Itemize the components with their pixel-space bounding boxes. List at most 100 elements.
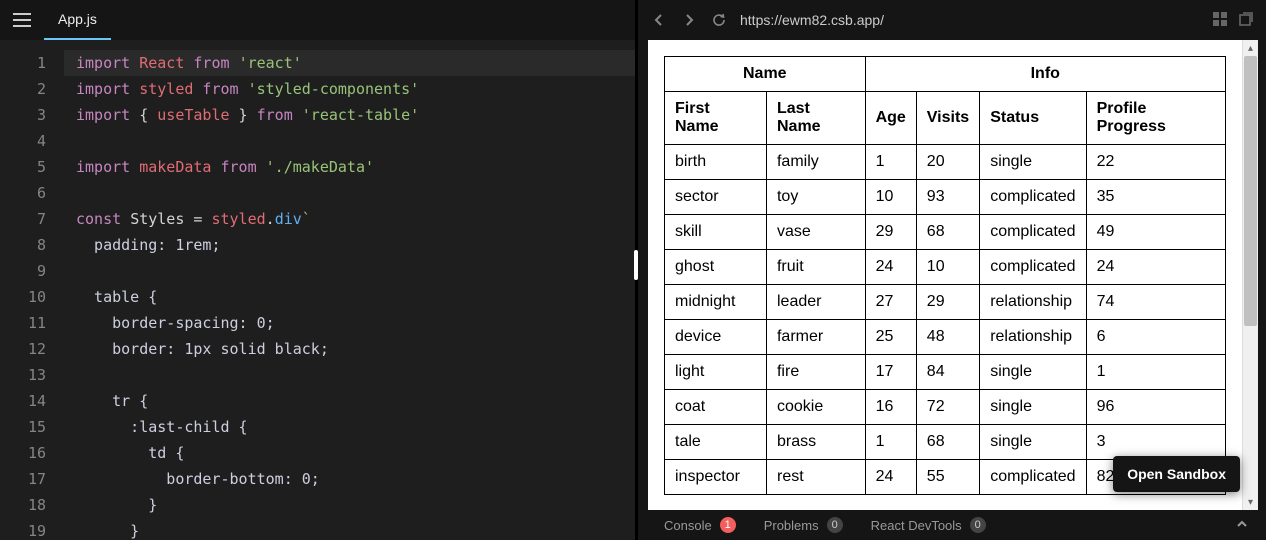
table-cell: 49 — [1086, 215, 1225, 250]
line-number: 5 — [0, 154, 64, 180]
table-cell: 93 — [916, 180, 979, 215]
line-number: 16 — [0, 440, 64, 466]
editor-body[interactable]: 12345678910111213141516171819 import Rea… — [0, 40, 635, 540]
table-row: birthfamily120single22 — [665, 145, 1226, 180]
table-cell: device — [665, 320, 767, 355]
header-group-row: NameInfo — [665, 57, 1226, 92]
code-line[interactable]: td { — [76, 440, 635, 466]
code-line[interactable]: import styled from 'styled-components' — [76, 76, 635, 102]
column-header: Visits — [916, 92, 979, 145]
code-line[interactable]: border: 1px solid black; — [76, 336, 635, 362]
code-line[interactable]: border-spacing: 0; — [76, 310, 635, 336]
data-table: NameInfo First NameLast NameAgeVisitsSta… — [664, 56, 1226, 495]
line-number: 2 — [0, 76, 64, 102]
devtools-tab-label: Console — [664, 518, 712, 533]
devtools-tab[interactable]: React DevTools 0 — [871, 517, 986, 533]
code-line[interactable]: const Styles = styled.div` — [76, 206, 635, 232]
table-cell: 3 — [1086, 425, 1225, 460]
table-cell: 55 — [916, 460, 979, 495]
file-tab[interactable]: App.js — [44, 0, 111, 40]
back-icon[interactable] — [650, 14, 668, 26]
code-line[interactable]: import { useTable } from 'react-table' — [76, 102, 635, 128]
table-cell: 22 — [1086, 145, 1225, 180]
url-display[interactable]: https://ewm82.csb.app/ — [740, 12, 1200, 28]
line-number: 9 — [0, 258, 64, 284]
header-row: First NameLast NameAgeVisitsStatusProfil… — [665, 92, 1226, 145]
file-tab-label: App.js — [58, 11, 97, 27]
devtools-tab-label: React DevTools — [871, 518, 962, 533]
table-cell: single — [980, 390, 1086, 425]
code-line[interactable] — [76, 258, 635, 284]
table-cell: 24 — [1086, 250, 1225, 285]
scroll-up-icon[interactable]: ▴ — [1243, 40, 1258, 56]
table-cell: complicated — [980, 180, 1086, 215]
scrollbar-vertical[interactable]: ▴ ▾ — [1242, 40, 1258, 510]
table-cell: single — [980, 145, 1086, 180]
table-cell: 1 — [865, 145, 916, 180]
devtools-tab-label: Problems — [764, 518, 819, 533]
badge: 0 — [970, 517, 986, 533]
devtools-tab[interactable]: Problems 0 — [764, 517, 843, 533]
codesandbox-icon[interactable] — [1212, 11, 1228, 30]
line-number: 18 — [0, 492, 64, 518]
table-cell: complicated — [980, 215, 1086, 250]
table-cell: vase — [766, 215, 865, 250]
code-line[interactable]: tr { — [76, 388, 635, 414]
code-line[interactable]: import makeData from './makeData' — [76, 154, 635, 180]
table-cell: fire — [766, 355, 865, 390]
code-line[interactable] — [76, 128, 635, 154]
table-row: lightfire1784single1 — [665, 355, 1226, 390]
code-line[interactable]: padding: 1rem; — [76, 232, 635, 258]
editor-header: App.js — [0, 0, 635, 40]
line-number: 10 — [0, 284, 64, 310]
code-line[interactable]: border-bottom: 0; — [76, 466, 635, 492]
preview-content[interactable]: NameInfo First NameLast NameAgeVisitsSta… — [648, 40, 1242, 510]
line-number: 11 — [0, 310, 64, 336]
scroll-down-icon[interactable]: ▾ — [1243, 494, 1258, 510]
badge: 1 — [720, 517, 736, 533]
table-cell: 48 — [916, 320, 979, 355]
table-cell: complicated — [980, 460, 1086, 495]
table-cell: 6 — [1086, 320, 1225, 355]
badge: 0 — [827, 517, 843, 533]
table-cell: midnight — [665, 285, 767, 320]
table-cell: sector — [665, 180, 767, 215]
reload-icon[interactable] — [710, 13, 728, 27]
code-line[interactable] — [76, 180, 635, 206]
column-header: First Name — [665, 92, 767, 145]
editor-panel: App.js 12345678910111213141516171819 imp… — [0, 0, 638, 540]
scroll-track[interactable] — [1243, 56, 1258, 494]
code-line[interactable]: import React from 'react' — [64, 50, 635, 76]
table-cell: fruit — [766, 250, 865, 285]
code-line[interactable]: } — [76, 518, 635, 540]
code-line[interactable]: } — [76, 492, 635, 518]
open-sandbox-button[interactable]: Open Sandbox — [1113, 456, 1240, 492]
table-cell: rest — [766, 460, 865, 495]
line-number: 19 — [0, 518, 64, 540]
table-row: midnightleader2729relationship74 — [665, 285, 1226, 320]
line-gutter: 12345678910111213141516171819 — [0, 40, 64, 540]
table-cell: single — [980, 425, 1086, 460]
table-cell: 24 — [865, 460, 916, 495]
table-cell: 25 — [865, 320, 916, 355]
menu-icon[interactable] — [0, 13, 44, 27]
scroll-thumb[interactable] — [1244, 56, 1257, 326]
code-line[interactable]: table { — [76, 284, 635, 310]
table-cell: ghost — [665, 250, 767, 285]
table-cell: 84 — [916, 355, 979, 390]
code-line[interactable]: :last-child { — [76, 414, 635, 440]
devtools-tabs: Console 1 Problems 0 React DevTools 0 — [638, 510, 1266, 540]
table-cell: 16 — [865, 390, 916, 425]
line-number: 1 — [0, 50, 64, 76]
new-window-icon[interactable] — [1238, 11, 1254, 30]
code-area[interactable]: import React from 'react'import styled f… — [64, 40, 635, 540]
forward-icon[interactable] — [680, 14, 698, 26]
table-cell: 10 — [865, 180, 916, 215]
table-body: birthfamily120single22sectortoy1093compl… — [665, 145, 1226, 495]
table-cell: complicated — [980, 250, 1086, 285]
table-cell: 35 — [1086, 180, 1225, 215]
column-header: Age — [865, 92, 916, 145]
devtools-tab[interactable]: Console 1 — [664, 517, 736, 533]
chevron-up-icon[interactable] — [1236, 518, 1248, 533]
code-line[interactable] — [76, 362, 635, 388]
